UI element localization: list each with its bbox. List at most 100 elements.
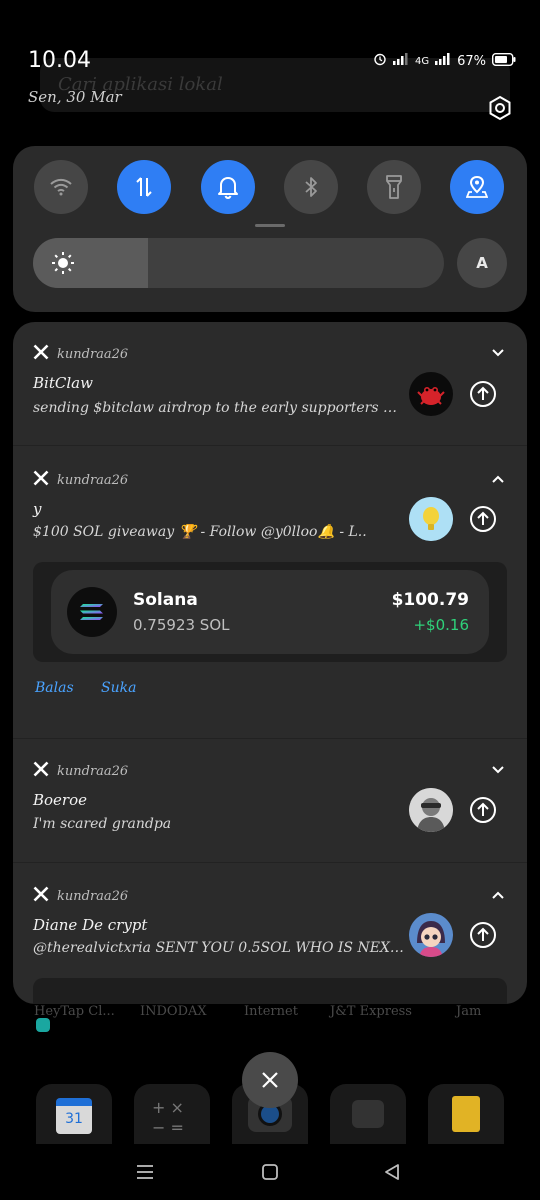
background-app-label: Jam <box>456 1004 482 1019</box>
x-logo-icon <box>33 470 49 490</box>
battery-icon <box>491 52 516 70</box>
notification-item[interactable]: kundraa26 BitClaw sending $bitclaw airdr… <box>13 322 527 446</box>
close-icon <box>262 1072 278 1088</box>
background-app-label: Internet <box>244 1004 298 1019</box>
notification-app-name: kundraa26 <box>57 888 129 904</box>
qs-tile-location[interactable] <box>450 160 504 214</box>
settings-button[interactable] <box>484 92 516 124</box>
recents-button[interactable] <box>133 1160 157 1184</box>
qs-tile-bluetooth[interactable] <box>284 160 338 214</box>
chevron-down-icon <box>492 349 504 357</box>
share-button[interactable] <box>469 380 497 408</box>
token-card: Solana 0.75923 SOL $100.79 +$0.16 <box>51 570 489 654</box>
arrow-up-circle-icon <box>470 381 496 407</box>
bluetooth-icon <box>305 177 317 197</box>
qs-tile-sound[interactable] <box>201 160 255 214</box>
notification-header: kundraa26 <box>33 761 128 781</box>
expand-button[interactable] <box>489 761 507 779</box>
gear-icon <box>489 95 511 121</box>
notification-body: sending $bitclaw airdrop to the early su… <box>33 400 405 416</box>
back-button[interactable] <box>380 1160 404 1184</box>
share-button[interactable] <box>469 921 497 949</box>
arrow-up-circle-icon <box>470 797 496 823</box>
background-files-icon <box>428 1084 504 1144</box>
avatar <box>409 788 453 832</box>
notification-body: I'm scared grandpa <box>33 816 172 832</box>
x-logo-icon <box>33 761 49 781</box>
qs-drag-handle[interactable] <box>255 224 285 227</box>
token-name: Solana <box>133 590 198 610</box>
notification-title: y <box>33 500 42 518</box>
notification-body: @therealvictxria SENT YOU 0.5SOL WHO IS … <box>33 940 405 956</box>
chevron-up-icon <box>492 891 504 899</box>
background-badge <box>36 1018 50 1032</box>
signal-icon-2 <box>435 53 451 69</box>
chevron-up-icon <box>492 475 504 483</box>
share-button[interactable] <box>469 505 497 533</box>
solana-icon <box>67 587 117 637</box>
navigation-bar <box>0 1144 540 1200</box>
notification-app-name: kundraa26 <box>57 763 129 779</box>
avatar <box>409 372 453 416</box>
collapse-button[interactable] <box>489 886 507 904</box>
back-triangle-icon <box>385 1164 399 1180</box>
status-time: 10.04 <box>28 48 91 73</box>
wifi-icon <box>50 178 72 196</box>
x-logo-icon <box>33 344 49 364</box>
like-action[interactable]: Suka <box>101 680 136 696</box>
background-app-label: J&T Express <box>330 1004 412 1019</box>
notification-title: Boeroe <box>33 791 88 809</box>
notification-item[interactable]: kundraa26 Boeroe I'm scared grandpa <box>13 738 527 862</box>
avatar <box>409 913 453 957</box>
share-button[interactable] <box>469 796 497 824</box>
data-arrows-icon <box>136 177 152 197</box>
bell-icon <box>218 177 238 199</box>
background-calculator-icon: + × − = <box>134 1084 210 1144</box>
token-usd-value: $100.79 <box>391 590 469 610</box>
media-card-partial[interactable] <box>33 978 507 1004</box>
notification-title: Diane De crypt <box>33 916 148 934</box>
location-icon <box>466 175 488 198</box>
token-change: +$0.16 <box>413 616 469 634</box>
brightness-slider[interactable] <box>33 238 444 288</box>
arrow-up-circle-icon <box>470 506 496 532</box>
auto-brightness-button[interactable]: A <box>457 238 507 288</box>
status-icons: 4G 67% <box>373 52 516 70</box>
status-date: Sen, 30 Mar <box>28 88 122 106</box>
menu-icon <box>137 1165 153 1179</box>
notification-panel: kundraa26 BitClaw sending $bitclaw airdr… <box>13 322 527 1004</box>
arrow-up-circle-icon <box>470 922 496 948</box>
avatar <box>409 497 453 541</box>
alarm-icon <box>373 52 387 70</box>
notification-item[interactable]: kundraa26 y $100 SOL giveaway 🏆 - Follow… <box>13 446 527 738</box>
network-type: 4G <box>414 55 430 67</box>
sun-icon <box>52 252 74 274</box>
background-photos-icon <box>330 1084 406 1144</box>
clear-all-button[interactable] <box>242 1052 298 1108</box>
x-logo-icon <box>33 886 49 906</box>
collapse-button[interactable] <box>489 470 507 488</box>
media-card[interactable]: Solana 0.75923 SOL $100.79 +$0.16 <box>33 562 507 662</box>
battery-percent: 67% <box>457 53 486 69</box>
qs-tile-flashlight[interactable] <box>367 160 421 214</box>
notification-header: kundraa26 <box>33 344 128 364</box>
notification-header: kundraa26 <box>33 886 128 906</box>
home-button[interactable] <box>258 1160 282 1184</box>
square-icon <box>262 1164 278 1180</box>
notification-header: kundraa26 <box>33 470 128 490</box>
flashlight-icon <box>386 175 402 199</box>
notification-title: BitClaw <box>33 374 93 392</box>
notification-app-name: kundraa26 <box>57 472 129 488</box>
background-app-labels: HeyTap Cl... INDODAX Internet J&T Expres… <box>0 1004 540 1024</box>
background-calendar-icon: 31 <box>36 1084 112 1144</box>
qs-tile-wifi[interactable] <box>34 160 88 214</box>
signal-icon <box>392 53 409 69</box>
reply-action[interactable]: Balas <box>35 680 74 696</box>
notification-item[interactable]: kundraa26 Diane De crypt @therealvictxri… <box>13 862 527 1004</box>
qs-tile-mobile-data[interactable] <box>117 160 171 214</box>
notification-body: $100 SOL giveaway 🏆 - Follow @y0lloo🔔 - … <box>33 524 367 540</box>
chevron-down-icon <box>492 766 504 774</box>
expand-button[interactable] <box>489 344 507 362</box>
background-app-label: HeyTap Cl... <box>34 1004 115 1019</box>
quick-settings-panel: A <box>13 146 527 312</box>
